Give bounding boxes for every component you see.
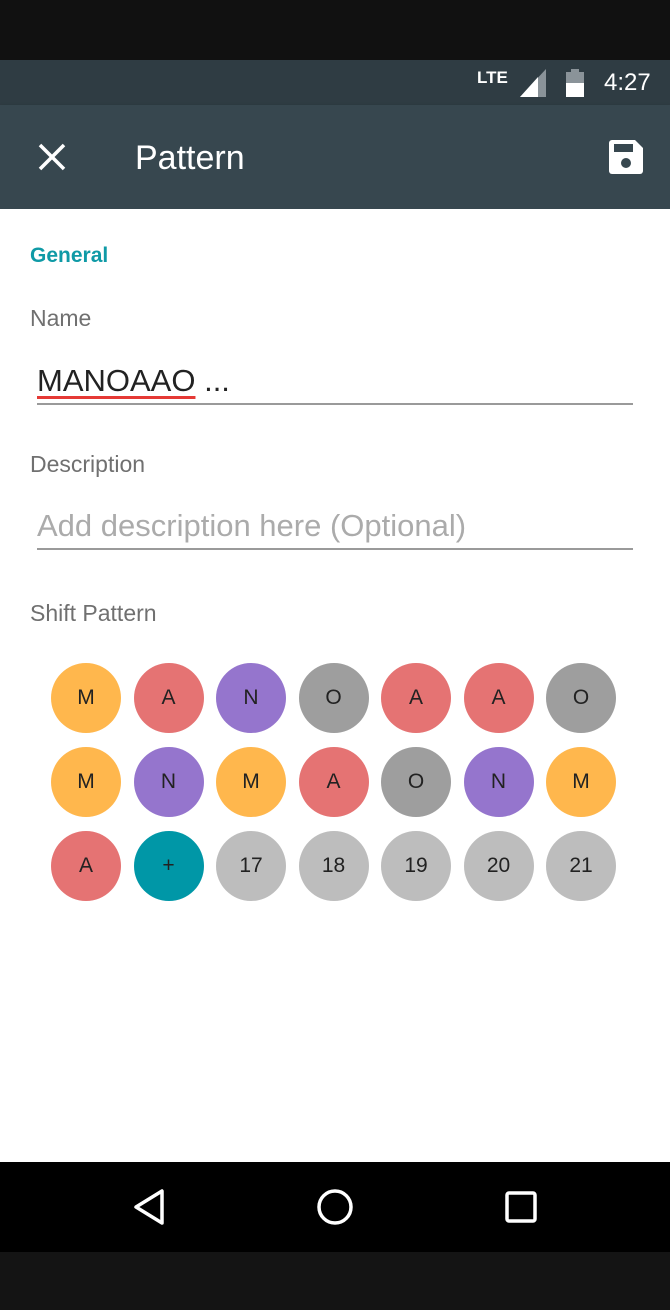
name-label: Name	[30, 305, 92, 331]
shift-day-chip[interactable]: O	[298, 663, 369, 733]
back-triangle-icon	[134, 1189, 164, 1225]
shift-day-chip[interactable]: A	[51, 831, 121, 901]
home-circle-icon	[317, 1189, 353, 1225]
status-bar: LTE 4:27	[0, 60, 670, 105]
name-input[interactable]: MANOAAO ...	[37, 349, 633, 405]
shift-pattern-grid: M A N O A A O M N M A O N M A +17 18 19 20 21	[51, 663, 621, 915]
description-input[interactable]: Add description here (Optional)	[37, 494, 633, 550]
form-content: General Name MANOAAO ... Description Add…	[0, 209, 670, 1162]
battery-icon	[566, 69, 584, 97]
clock: 4:27	[604, 69, 651, 96]
network-type: LTE	[477, 68, 508, 87]
shift-day-chip[interactable]: 18	[298, 831, 369, 901]
shift-day-chip[interactable]: A	[133, 663, 204, 733]
back-button[interactable]	[116, 1174, 182, 1240]
shift-day-chip[interactable]: M	[216, 747, 286, 817]
shift-day-chip[interactable]: 19	[381, 831, 451, 901]
name-input-value: MANOAAO	[37, 363, 196, 398]
app-toolbar: Pattern	[0, 105, 670, 209]
shift-day-chip[interactable]: A	[381, 663, 451, 733]
shift-day-chip[interactable]: O	[381, 747, 451, 817]
close-icon	[38, 143, 66, 171]
pattern-row: MNMAONM	[51, 747, 621, 817]
shift-day-chip[interactable]: 20	[463, 831, 534, 901]
shift-day-chip[interactable]: N	[463, 747, 534, 817]
shift-day-chip[interactable]: M	[51, 663, 121, 733]
bottom-black-band	[0, 1252, 670, 1310]
recents-button[interactable]	[488, 1174, 554, 1240]
pattern-row: MANOAAO	[51, 663, 621, 733]
shift-day-chip[interactable]: M	[546, 747, 616, 817]
shift-day-chip[interactable]: N	[216, 663, 286, 733]
shift-day-chip[interactable]: 21	[546, 831, 616, 901]
system-nav-bar	[0, 1162, 670, 1252]
description-label: Description	[30, 451, 146, 477]
save-icon	[609, 140, 643, 174]
shift-day-chip[interactable]: A	[463, 663, 534, 733]
signal-icon	[520, 69, 546, 97]
home-button[interactable]	[302, 1174, 368, 1240]
shift-day-chip[interactable]: O	[546, 663, 616, 733]
page-title: Pattern	[135, 139, 245, 177]
name-input-ellipsis: ...	[195, 363, 230, 398]
shift-day-chip[interactable]: 17	[216, 831, 286, 901]
description-placeholder: Add description here (Optional)	[37, 508, 467, 543]
shift-day-chip[interactable]: M	[51, 747, 121, 817]
shift-day-chip[interactable]: N	[133, 747, 204, 817]
recents-square-icon	[505, 1191, 537, 1223]
save-button[interactable]	[596, 127, 656, 187]
shift-day-chip[interactable]: A	[298, 747, 369, 817]
pattern-row: A +17 18 19 20 21	[51, 831, 621, 901]
shift-pattern-label: Shift Pattern	[30, 600, 157, 626]
section-header-general: General	[30, 244, 109, 267]
top-black-band	[0, 0, 670, 60]
close-button[interactable]	[22, 127, 82, 187]
add-shift-button[interactable]: +	[133, 831, 204, 901]
